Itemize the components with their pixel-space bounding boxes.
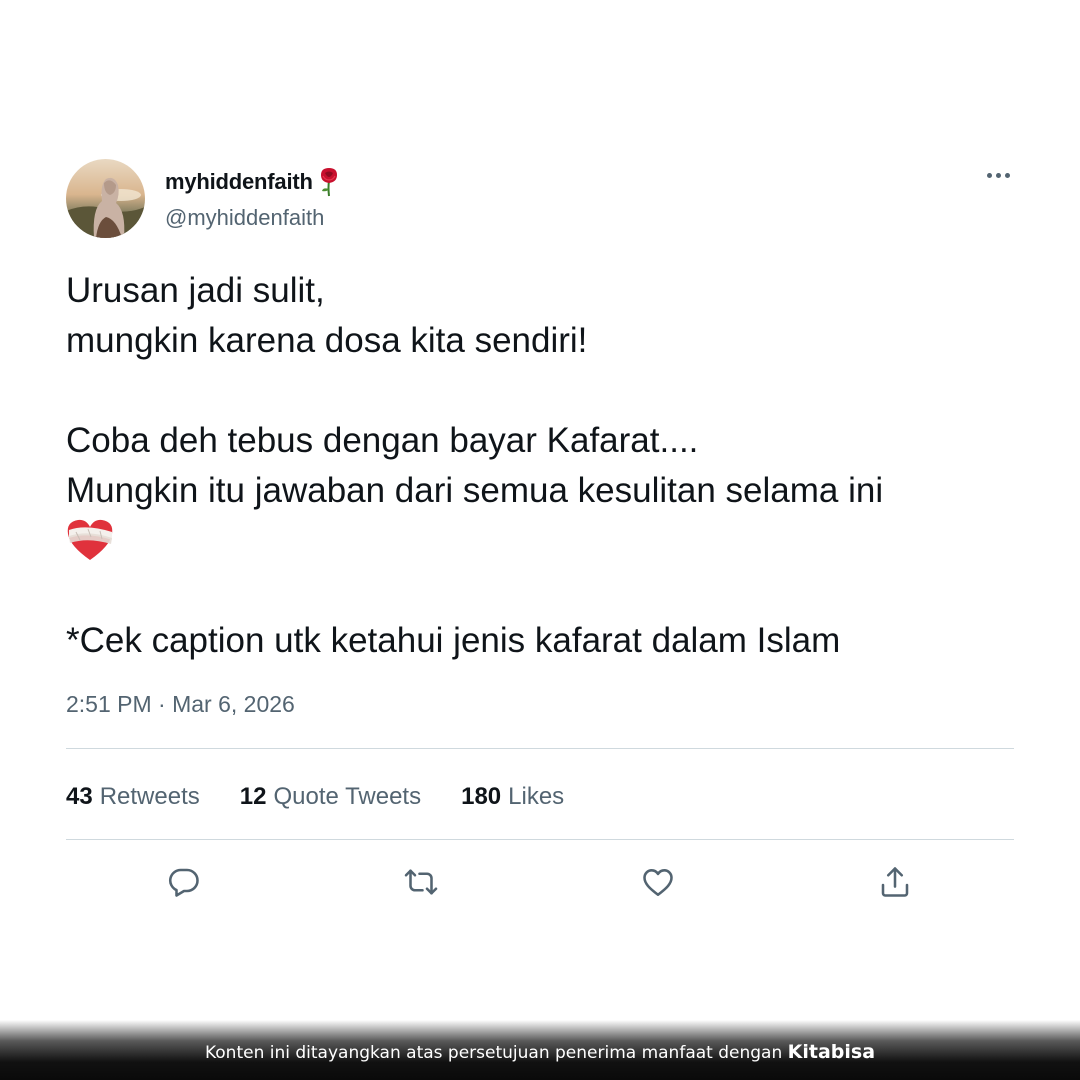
reply-button[interactable]: [162, 860, 206, 904]
like-icon: [643, 869, 673, 897]
tweet-text: Urusan jadi sulit, mungkin karena dosa k…: [66, 266, 1016, 666]
footer-text: Konten ini ditayangkan atas persetujuan …: [204, 1043, 783, 1063]
quote-tweets-label: Quote Tweets: [273, 783, 422, 810]
display-name-row: myhiddenfaith: [165, 167, 341, 197]
divider: [66, 748, 1014, 749]
tweet-emoji-line: [66, 516, 1016, 566]
handle[interactable]: @myhiddenfaith: [165, 205, 324, 231]
retweet-icon: [404, 869, 438, 895]
tweet-gap: [66, 366, 1016, 416]
share-button[interactable]: [873, 860, 917, 904]
likes-label: Likes: [508, 783, 565, 810]
avatar[interactable]: [66, 159, 145, 238]
quote-tweets-stat[interactable]: 12 Quote Tweets: [240, 783, 421, 811]
tweet-line: Urusan jadi sulit,: [66, 271, 325, 310]
tweet-screenshot: myhiddenfaith @myhiddenfaith Urusan jadi…: [0, 0, 1080, 1080]
like-button[interactable]: [636, 860, 680, 904]
tweet-line: Mungkin itu jawaban dari semua kesulitan…: [66, 471, 884, 510]
engagement-stats: 43 Retweets 12 Quote Tweets 180 Likes: [66, 780, 604, 814]
display-name[interactable]: myhiddenfaith: [165, 169, 313, 195]
more-dot: [995, 172, 1001, 178]
retweets-stat[interactable]: 43 Retweets: [66, 783, 200, 811]
retweets-label: Retweets: [99, 783, 200, 810]
footer-brand: Kitabisa: [787, 1041, 876, 1063]
tweet-line: Coba deh tebus dengan bayar Kafarat....: [66, 421, 699, 460]
more-horizontal-icon: [986, 172, 992, 178]
quote-tweets-count: 12: [239, 783, 267, 810]
mended-heart-icon: [66, 518, 114, 562]
footer-disclaimer: Konten ini ditayangkan atas persetujuan …: [0, 1041, 1080, 1067]
share-icon: [881, 867, 909, 897]
timestamp[interactable]: 2:51 PM · Mar 6, 2026: [66, 691, 295, 718]
likes-count: 180: [461, 783, 502, 810]
more-dot: [1004, 172, 1010, 178]
likes-stat[interactable]: 180 Likes: [461, 783, 564, 811]
reply-icon: [169, 868, 199, 897]
tweet-gap: [66, 566, 1016, 616]
rose-icon: [317, 167, 341, 197]
tweet-line: *Cek caption utk ketahui jenis kafarat d…: [66, 621, 841, 660]
divider: [66, 839, 1014, 840]
retweets-count: 43: [66, 783, 93, 810]
more-options-button[interactable]: [978, 162, 1018, 188]
tweet-line: mungkin karena dosa kita sendiri!: [66, 321, 588, 360]
retweet-button[interactable]: [399, 860, 443, 904]
